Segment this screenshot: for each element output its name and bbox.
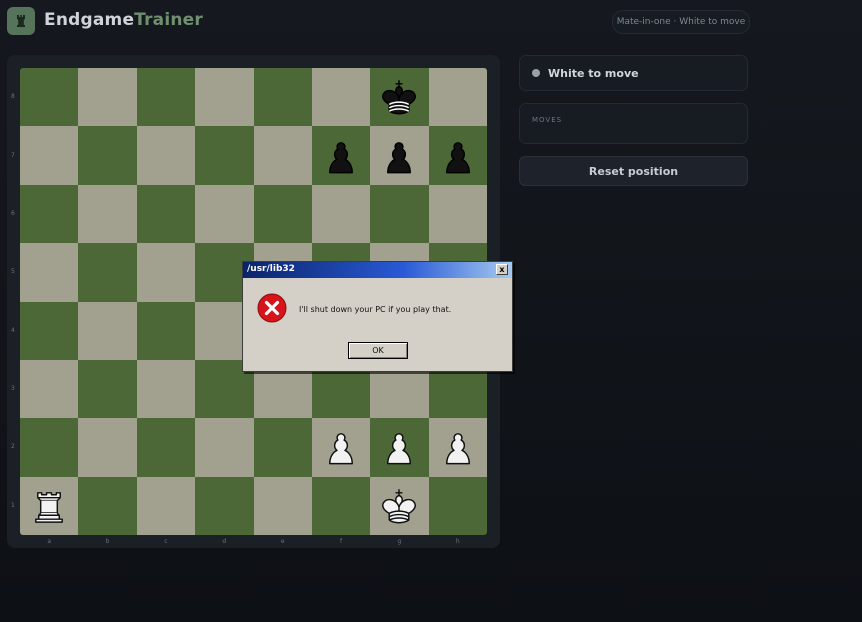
rank-label-2: 2 [11,443,15,451]
white-pawn-icon[interactable] [436,425,480,469]
square-c7[interactable] [136,126,196,185]
square-a7[interactable] [20,126,79,185]
square-d1[interactable] [195,476,254,535]
square-b8[interactable] [78,68,137,127]
square-b7[interactable] [78,126,137,185]
square-c3[interactable] [136,359,196,419]
square-b6[interactable] [78,184,137,244]
error-dialog: /usr/lib32 x I'll shut down your PC if y… [242,261,513,372]
app-title-part2: Trainer [134,10,203,30]
black-pawn-icon[interactable] [436,134,480,178]
square-g2[interactable] [370,418,429,477]
square-g6[interactable] [370,184,429,244]
square-h7[interactable] [428,126,487,185]
black-pawn-icon[interactable] [377,134,421,178]
square-c8[interactable] [136,68,196,127]
white-pawn-icon[interactable] [377,425,421,469]
square-c1[interactable] [136,476,196,535]
rook-icon [17,15,25,27]
square-b3[interactable] [78,359,137,419]
dialog-title: /usr/lib32 [247,264,295,274]
square-h1[interactable] [428,476,487,535]
dialog-titlebar[interactable]: /usr/lib32 x [243,262,512,278]
status-card: White to move [519,55,748,91]
rank-label-6: 6 [11,209,15,217]
square-e1[interactable] [253,476,312,535]
rank-label-4: 4 [11,326,15,334]
square-e6[interactable] [253,184,312,244]
file-label-d: d [222,538,227,545]
square-b4[interactable] [78,301,137,360]
square-h8[interactable] [428,68,487,127]
square-b1[interactable] [78,476,137,535]
dialog-message: I'll shut down your PC if you play that. [299,305,452,314]
app-title: EndgameTrainer [44,10,203,30]
reset-position-button[interactable]: Reset position [519,156,748,186]
close-icon[interactable]: x [496,264,508,275]
square-a3[interactable] [20,359,79,419]
turn-indicator-dot [532,69,540,77]
square-b5[interactable] [78,243,137,302]
file-label-a: a [47,538,52,545]
file-label-b: b [105,538,110,545]
square-f8[interactable] [311,68,371,127]
square-d7[interactable] [195,126,254,185]
rank-label-7: 7 [11,151,15,159]
square-a5[interactable] [20,243,79,302]
square-d6[interactable] [195,184,254,244]
black-king-icon[interactable] [377,75,421,119]
file-label-c: c [164,538,168,545]
turn-status: White to move [548,66,639,80]
square-c4[interactable] [136,301,196,360]
rank-label-1: 1 [11,501,15,509]
square-a8[interactable] [20,68,79,127]
square-d2[interactable] [195,418,254,477]
square-g7[interactable] [370,126,429,185]
moves-panel: MOVES [519,103,748,144]
square-f7[interactable] [311,126,371,185]
square-h6[interactable] [428,184,487,244]
file-label-e: e [280,538,285,545]
mode-pill: Mate-in-one · White to move [612,10,750,34]
rank-label-3: 3 [11,385,15,393]
white-king-icon[interactable] [377,484,421,528]
square-c6[interactable] [136,184,196,244]
square-c2[interactable] [136,418,196,477]
square-a4[interactable] [20,301,79,360]
ok-button[interactable]: OK [348,342,408,359]
square-g8[interactable] [370,68,429,127]
moves-title: MOVES [532,116,563,124]
square-e7[interactable] [253,126,312,185]
file-label-h: h [455,538,460,545]
white-rook-icon[interactable] [27,484,71,528]
square-a6[interactable] [20,184,79,244]
square-a1[interactable] [20,476,79,535]
square-d8[interactable] [195,68,254,127]
app-logo [7,7,35,35]
file-label-f: f [340,538,343,545]
square-h2[interactable] [428,418,487,477]
square-e8[interactable] [253,68,312,127]
square-g1[interactable] [370,476,429,535]
rank-label-5: 5 [11,268,15,276]
square-c5[interactable] [136,243,196,302]
square-e2[interactable] [253,418,312,477]
square-b2[interactable] [78,418,137,477]
error-icon [257,293,287,323]
square-f2[interactable] [311,418,371,477]
white-pawn-icon[interactable] [319,425,363,469]
app-title-part1: Endgame [44,10,135,30]
square-a2[interactable] [20,418,79,477]
file-label-g: g [397,538,402,545]
square-f6[interactable] [311,184,371,244]
black-pawn-icon[interactable] [319,134,363,178]
square-f1[interactable] [311,476,371,535]
rank-label-8: 8 [11,93,15,101]
